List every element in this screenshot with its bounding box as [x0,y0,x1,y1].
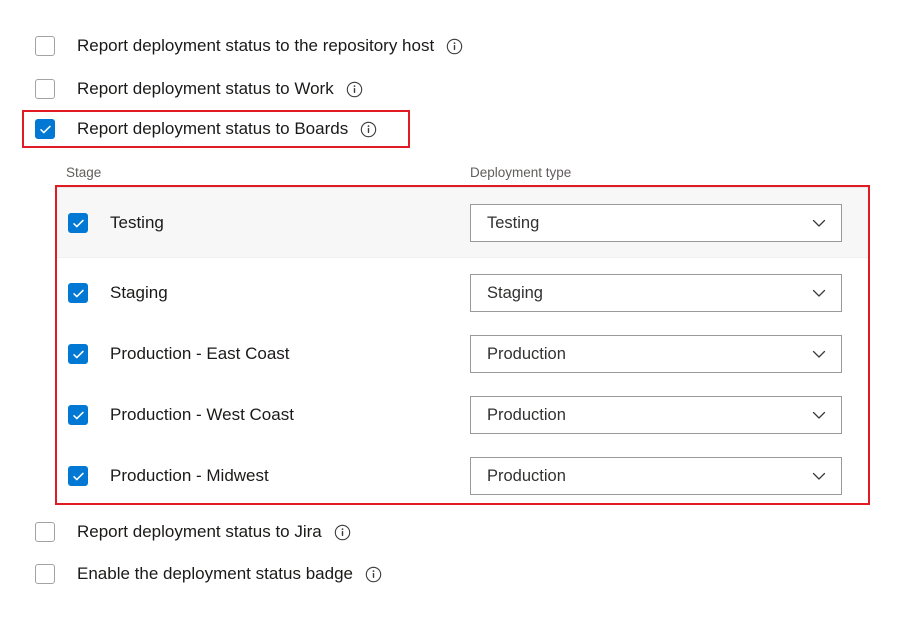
option-label-work: Report deployment status to Work [77,79,334,99]
info-icon[interactable] [334,524,351,541]
deployment-type-dropdown[interactable]: Staging [470,274,842,312]
checkbox-report-to-repository-host[interactable] [35,36,55,56]
table-row[interactable]: Testing Testing [57,187,868,258]
checkmark-icon [72,217,85,230]
checkmark-icon [72,348,85,361]
info-icon[interactable] [365,566,382,583]
option-label-jira: Report deployment status to Jira [77,522,322,542]
checkbox-enable-status-badge[interactable] [35,564,55,584]
info-icon[interactable] [346,81,363,98]
option-row-work[interactable]: Report deployment status to Work [35,74,363,104]
row-stage-label: Production - Midwest [110,465,269,487]
checkmark-icon [39,123,52,136]
option-label-boards: Report deployment status to Boards [77,119,348,139]
info-icon[interactable] [360,121,377,138]
row-stage-label: Staging [110,282,168,304]
option-label-status-badge: Enable the deployment status badge [77,564,353,584]
row-checkbox-production-midwest[interactable] [68,466,88,486]
chevron-down-icon [811,468,827,484]
option-row-boards[interactable]: Report deployment status to Boards [35,114,377,144]
checkbox-report-to-boards[interactable] [35,119,55,139]
checkmark-icon [72,287,85,300]
deployment-type-dropdown[interactable]: Production [470,457,842,495]
option-row-jira[interactable]: Report deployment status to Jira [35,517,351,547]
info-icon[interactable] [446,38,463,55]
checkmark-icon [72,470,85,483]
dropdown-value: Staging [487,284,811,303]
deployment-type-dropdown[interactable]: Production [470,335,842,373]
checkbox-report-to-work[interactable] [35,79,55,99]
dropdown-value: Production [487,345,811,364]
row-checkbox-testing[interactable] [68,213,88,233]
option-row-repository-host[interactable]: Report deployment status to the reposito… [35,31,463,61]
row-stage-label: Production - East Coast [110,343,290,365]
checkmark-icon [72,409,85,422]
option-label-repository-host: Report deployment status to the reposito… [77,36,434,56]
row-stage-label: Testing [110,212,164,234]
checkbox-report-to-jira[interactable] [35,522,55,542]
row-checkbox-production-west-coast[interactable] [68,405,88,425]
column-header-deployment-type: Deployment type [470,165,571,180]
column-header-stage: Stage [66,165,101,180]
chevron-down-icon [811,285,827,301]
row-stage-label: Production - West Coast [110,404,294,426]
option-row-status-badge[interactable]: Enable the deployment status badge [35,559,382,589]
chevron-down-icon [811,215,827,231]
dropdown-value: Production [487,406,811,425]
dropdown-value: Production [487,467,811,486]
row-checkbox-production-east-coast[interactable] [68,344,88,364]
chevron-down-icon [811,407,827,423]
table-row[interactable]: Production - Midwest Production [57,441,868,512]
chevron-down-icon [811,346,827,362]
deployment-type-dropdown[interactable]: Testing [470,204,842,242]
deployment-type-dropdown[interactable]: Production [470,396,842,434]
row-checkbox-staging[interactable] [68,283,88,303]
dropdown-value: Testing [487,214,811,233]
